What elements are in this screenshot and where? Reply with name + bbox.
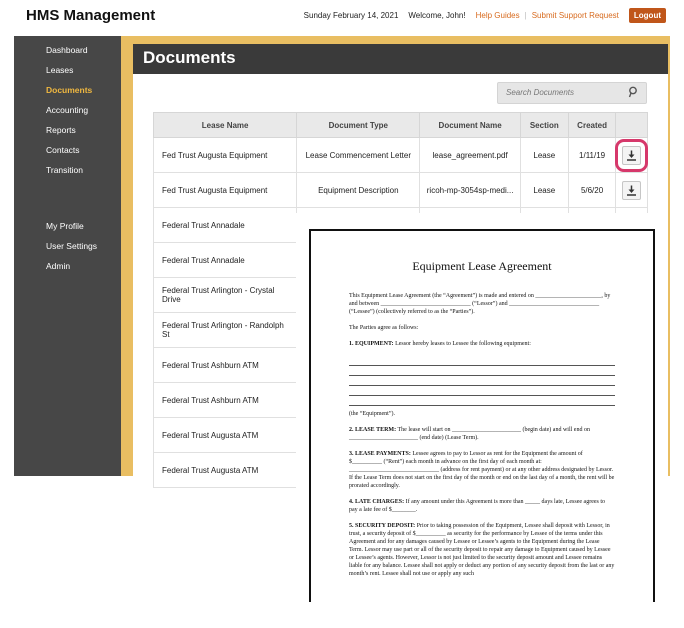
created-cell: 1/11/19 (567, 137, 617, 173)
download-cell (615, 172, 648, 208)
lease-name-cell: Federal Trust Ashburn ATM (152, 347, 298, 383)
section-equipment: 1. EQUIPMENT: Lessor hereby leases to Le… (349, 340, 615, 348)
download-button[interactable] (622, 180, 642, 200)
nav-leases[interactable]: Leases (14, 60, 119, 80)
page-header: Documents (133, 44, 668, 74)
app-title: HMS Management (26, 7, 156, 24)
created-cell: 5/6/20 (567, 172, 617, 208)
nav-my-profile[interactable]: My Profile (14, 216, 119, 236)
page-title: Documents (143, 48, 236, 67)
lease-name-cell: Federal Trust Annadale (152, 207, 298, 243)
section-text: Prior to taking possession of the Equipm… (349, 523, 615, 577)
section-equipment-tail: (the “Equipment”). (349, 411, 395, 417)
logout-button[interactable]: Logout (628, 8, 666, 23)
nav-transition[interactable]: Transition (14, 160, 119, 180)
lease-name-cell: Federal Trust Annadale (152, 242, 298, 278)
sidebar: Dashboard Leases Documents Accounting Re… (14, 40, 119, 276)
download-button[interactable] (615, 138, 649, 172)
lease-name-cell: Federal Trust Augusta ATM (152, 417, 298, 453)
section-heading: 3. LEASE PAYMENTS: (349, 451, 411, 457)
support-request-link[interactable]: Submit Support Request (532, 11, 619, 20)
section-security-deposit: 5. SECURITY DEPOSIT: Prior to taking pos… (349, 522, 615, 578)
download-icon (627, 150, 637, 161)
nav-accounting[interactable]: Accounting (14, 100, 119, 120)
lease-name-cell: Federal Trust Arlington - Crystal Drive (152, 277, 298, 313)
document-parties: The Parties agree as follows: (349, 325, 419, 331)
nav-user-settings[interactable]: User Settings (14, 236, 119, 256)
equipment-blank-lines (349, 356, 615, 406)
header-document-type[interactable]: Document Type (296, 112, 421, 138)
header-document-name[interactable]: Document Name (419, 112, 521, 138)
header-download (615, 112, 648, 138)
search-icon[interactable] (626, 85, 640, 99)
section-heading: 2. LEASE TERM: (349, 427, 397, 433)
document-type-cell: Lease Commencement Letter (296, 137, 421, 173)
section-cell: Lease (519, 172, 569, 208)
header-created[interactable]: Created (567, 112, 617, 138)
download-icon (627, 185, 637, 196)
nav-reports[interactable]: Reports (14, 120, 119, 140)
search-input[interactable]: Search Documents (497, 82, 647, 104)
section-lease-payments: 3. LEASE PAYMENTS: Lessee agrees to pay … (349, 450, 615, 490)
lease-name-cell: Fed Trust Augusta Equipment (152, 137, 298, 173)
document-title: Equipment Lease Agreement (412, 259, 552, 273)
section-heading: 4. LATE CHARGES: (349, 499, 405, 505)
lease-name-cell: Fed Trust Augusta Equipment (152, 172, 298, 208)
document-intro: This Equipment Lease Agreement (the “Agr… (349, 293, 611, 315)
lease-name-cell: Federal Trust Augusta ATM (152, 452, 298, 488)
current-date: Sunday February 14, 2021 (303, 11, 399, 20)
document-name-cell[interactable]: ricoh-mp-3054sp-medi... (419, 172, 521, 208)
table-row[interactable]: Fed Trust Augusta Equipment Lease Commen… (152, 137, 649, 173)
search-placeholder: Search Documents (506, 88, 575, 97)
section-heading: 1. EQUIPMENT: (349, 341, 394, 347)
header-lease-name[interactable]: Lease Name (152, 112, 298, 138)
section-text: Lessor hereby leases to Lessee the follo… (395, 341, 531, 347)
section-late-charges: 4. LATE CHARGES: If any amount under thi… (349, 498, 615, 514)
nav-contacts[interactable]: Contacts (14, 140, 119, 160)
nav-dashboard[interactable]: Dashboard (14, 40, 119, 60)
lease-name-cell: Federal Trust Ashburn ATM (152, 382, 298, 418)
document-type-cell: Equipment Description (296, 172, 421, 208)
nav-admin[interactable]: Admin (14, 256, 119, 276)
help-guides-link[interactable]: Help Guides (476, 11, 520, 20)
section-cell: Lease (519, 137, 569, 173)
lease-name-cell: Federal Trust Arlington - Randolph St (152, 312, 298, 348)
document-name-cell[interactable]: lease_agreement.pdf (419, 137, 521, 173)
nav-documents[interactable]: Documents (14, 80, 119, 100)
section-lease-term: 2. LEASE TERM: The lease will start on _… (349, 426, 615, 442)
download-cell (615, 137, 649, 173)
document-preview: Equipment Lease Agreement This Equipment… (309, 229, 655, 602)
table-row[interactable]: Fed Trust Augusta Equipment Equipment De… (152, 172, 648, 208)
link-separator: | (524, 11, 527, 20)
section-heading: 5. SECURITY DEPOSIT: (349, 523, 416, 529)
welcome-message: Welcome, John! (408, 11, 466, 20)
topbar: Sunday February 14, 2021 Welcome, John! … (304, 8, 666, 23)
header-section[interactable]: Section (519, 112, 569, 138)
table-header-row: Lease Name Document Type Document Name S… (152, 112, 648, 138)
document-body: This Equipment Lease Agreement (the “Agr… (311, 292, 653, 578)
